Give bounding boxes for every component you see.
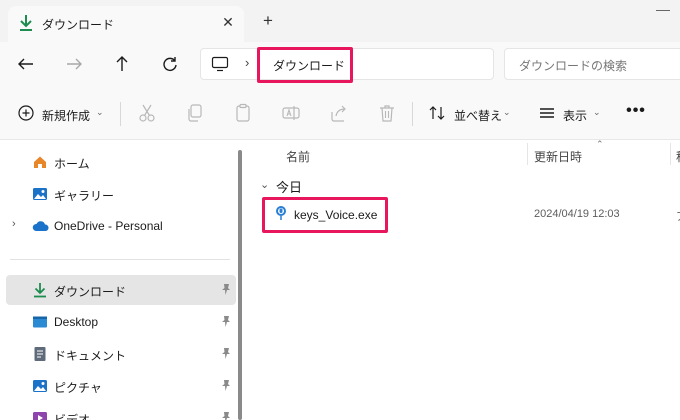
close-tab-icon[interactable]: ✕: [220, 14, 236, 30]
search-placeholder: ダウンロードの検索: [519, 59, 628, 73]
sidebar-item-gallery[interactable]: ギャラリー: [0, 179, 236, 209]
back-button[interactable]: [12, 50, 40, 78]
navigation-bar: › ダウンロード ダウンロードの検索: [0, 42, 680, 88]
title-bar: ダウンロード ✕ +: [0, 0, 680, 42]
view-button[interactable]: 表示: [563, 107, 587, 124]
pin-icon[interactable]: [220, 379, 232, 393]
column-header-date-modified[interactable]: 更新日時: [534, 148, 582, 165]
toolbar-divider: [412, 102, 413, 126]
sidebar-item-label: OneDrive - Personal: [54, 219, 163, 233]
arrow-left-icon: [18, 58, 33, 70]
sidebar-item-label: ダウンロード: [54, 285, 127, 299]
sidebar-item-label: ギャラリー: [54, 189, 115, 203]
group-label: 今日: [276, 180, 303, 195]
download-arrow-icon: [32, 282, 48, 298]
cut-icon[interactable]: [136, 102, 158, 124]
new-tab-button[interactable]: +: [258, 12, 278, 32]
search-input[interactable]: ダウンロードの検索: [504, 48, 680, 80]
toolbar-divider: [120, 102, 121, 126]
navigation-pane: ホーム ギャラリー › OneDrive - Personal ダウンロード D…: [0, 141, 238, 420]
sidebar-item-home[interactable]: ホーム: [0, 147, 236, 177]
delete-icon[interactable]: [376, 102, 398, 124]
refresh-icon: [163, 57, 177, 71]
up-button[interactable]: [108, 50, 136, 78]
file-name[interactable]: keys_Voice.exe: [294, 208, 377, 222]
address-bar[interactable]: › ダウンロード: [200, 47, 494, 83]
sidebar-item-pictures[interactable]: ピクチャ: [0, 371, 236, 401]
document-icon: [32, 346, 48, 362]
sort-ascending-icon: ⌃: [596, 139, 604, 149]
sort-icon[interactable]: [426, 102, 448, 124]
onedrive-cloud-icon: [32, 218, 49, 234]
paste-icon[interactable]: [232, 102, 254, 124]
sidebar-item-desktop[interactable]: Desktop: [0, 307, 236, 337]
gallery-icon: [32, 186, 48, 202]
file-type: ア: [676, 208, 680, 224]
breadcrumb-chevron-icon[interactable]: ›: [245, 55, 249, 70]
sidebar-item-label: ホーム: [54, 157, 90, 171]
chevron-right-icon[interactable]: ›: [12, 218, 16, 230]
chevron-down-icon: ⌄: [96, 107, 104, 117]
pictures-icon: [32, 378, 48, 394]
pin-icon[interactable]: [220, 411, 232, 420]
share-icon[interactable]: [328, 102, 350, 124]
column-header-name[interactable]: 名前: [286, 148, 310, 165]
chevron-down-icon[interactable]: ⌄: [593, 107, 601, 118]
command-bar: 新規作成 ⌄ 並べ替え ⌄ 表示 ⌄ •••: [0, 88, 680, 140]
sidebar-item-label: Desktop: [54, 315, 99, 329]
more-options-button[interactable]: •••: [624, 102, 648, 124]
sidebar-item-label: ビデオ: [54, 413, 91, 420]
sidebar-scrollbar[interactable]: [238, 150, 242, 420]
download-arrow-icon: [18, 14, 34, 32]
sidebar-item-label: ドキュメント: [54, 349, 127, 363]
tab-title: ダウンロード: [42, 18, 115, 32]
sidebar-item-videos[interactable]: ビデオ: [0, 403, 236, 420]
sidebar-item-downloads[interactable]: ダウンロード: [6, 275, 236, 305]
file-date-modified: 2024/04/19 12:03: [534, 208, 620, 220]
tab-downloads[interactable]: ダウンロード ✕: [8, 6, 244, 42]
sort-button[interactable]: 並べ替え: [454, 107, 502, 124]
rename-icon[interactable]: [280, 102, 302, 124]
chevron-down-icon[interactable]: ⌄: [260, 178, 269, 191]
sidebar-item-onedrive[interactable]: › OneDrive - Personal: [0, 211, 236, 241]
pin-icon[interactable]: [220, 283, 232, 297]
monitor-icon[interactable]: [211, 56, 229, 72]
video-icon: [32, 410, 48, 420]
column-header-type[interactable]: 種: [676, 148, 680, 165]
refresh-button[interactable]: [156, 50, 184, 78]
sidebar-item-documents[interactable]: ドキュメント: [0, 339, 236, 369]
pin-icon[interactable]: [220, 315, 232, 329]
exe-voice-app-icon: [274, 205, 288, 221]
breadcrumb-downloads[interactable]: ダウンロード: [273, 57, 345, 74]
home-icon: [32, 154, 48, 170]
sidebar-divider: [10, 259, 230, 260]
minimize-window-button[interactable]: [656, 10, 670, 20]
chevron-down-icon[interactable]: ⌄: [503, 107, 511, 118]
column-divider[interactable]: [527, 143, 528, 165]
sidebar-item-label: ピクチャ: [54, 381, 102, 395]
arrow-right-icon: [67, 58, 82, 70]
pin-icon[interactable]: [220, 347, 232, 361]
desktop-icon: [32, 314, 48, 330]
new-button-label: 新規作成: [42, 109, 91, 123]
forward-button[interactable]: [60, 50, 88, 78]
file-row[interactable]: keys_Voice.exe 2024/04/19 12:03 ア: [260, 197, 680, 233]
plus-circle-icon: [18, 105, 34, 121]
file-list: 名前 ⌃ 更新日時 種 ⌄ 今日 keys_Voice.exe 2024/04/…: [250, 139, 680, 420]
copy-icon[interactable]: [184, 102, 206, 124]
arrow-up-icon: [116, 56, 128, 71]
column-divider[interactable]: [670, 143, 671, 165]
view-icon[interactable]: [536, 102, 558, 124]
